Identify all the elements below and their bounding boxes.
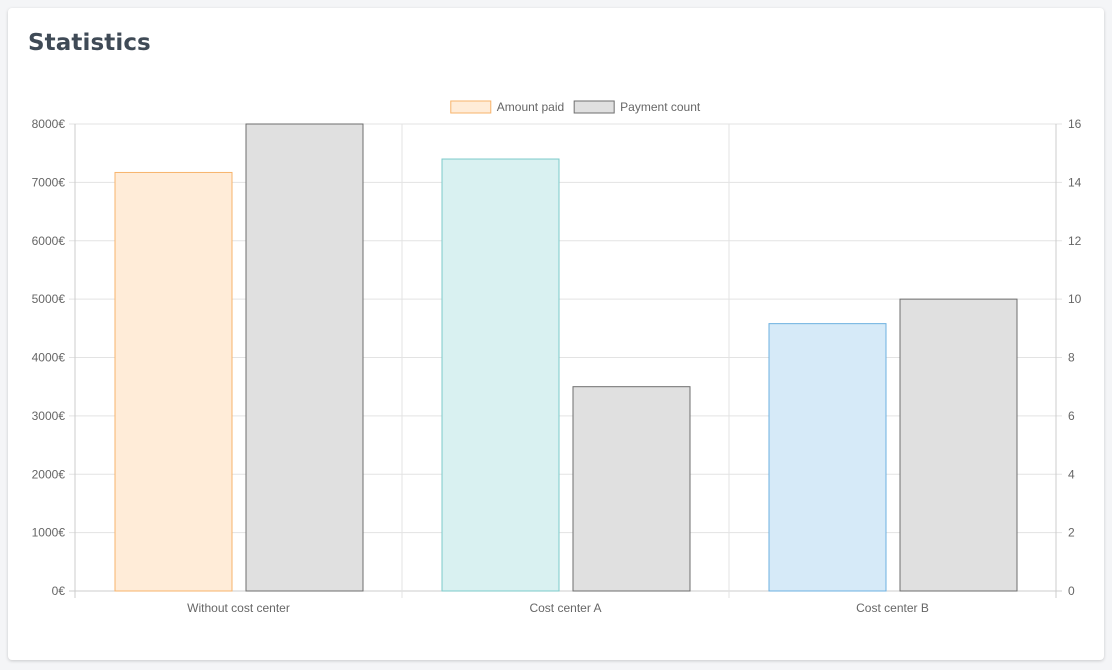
statistics-chart: 0€ 1000€ 2000€ 3000€ 4000€ 5000€ 6000€ 7000€ 800… bbox=[32, 100, 1082, 615]
bar-payment-count[interactable] bbox=[245, 123, 364, 592]
legend-label-amount-paid[interactable]: Amount paid bbox=[497, 100, 564, 114]
y-right-tick-label: 10 bbox=[1068, 292, 1082, 306]
bar-amount-paid[interactable] bbox=[441, 158, 560, 592]
y-left-tick-label: 4000€ bbox=[32, 351, 66, 365]
y-left-tick-label: 8000€ bbox=[32, 117, 66, 131]
y-right-tick-label: 0 bbox=[1068, 584, 1075, 598]
x-category-label: Without cost center bbox=[187, 601, 290, 615]
legend-swatch-payment-count[interactable] bbox=[573, 100, 615, 114]
y-left-tick-label: 6000€ bbox=[32, 234, 66, 248]
y-left-tick-label: 5000€ bbox=[32, 292, 66, 306]
y-right-tick-label: 8 bbox=[1068, 351, 1075, 365]
bar-amount-paid[interactable] bbox=[114, 171, 233, 592]
x-category-label: Cost center A bbox=[529, 601, 601, 615]
y-left-tick-label: 7000€ bbox=[32, 175, 66, 189]
bar-payment-count[interactable] bbox=[899, 298, 1018, 592]
x-category-label: Cost center B bbox=[856, 601, 929, 615]
y-right-tick-label: 4 bbox=[1068, 467, 1075, 481]
y-left-tick-label: 2000€ bbox=[32, 467, 66, 481]
y-right-tick-label: 14 bbox=[1068, 175, 1082, 189]
bar-payment-count[interactable] bbox=[572, 386, 691, 592]
legend-swatch-amount-paid[interactable] bbox=[450, 100, 492, 114]
statistics-card: Statistics 0€ 1000€ 2000€ 3000€ 4000€ 5000€ 60… bbox=[8, 8, 1104, 660]
y-left-tick-label: 0€ bbox=[52, 584, 66, 598]
y-right-tick-label: 16 bbox=[1068, 117, 1082, 131]
y-left-tick-label: 3000€ bbox=[32, 409, 66, 423]
legend-label-payment-count[interactable]: Payment count bbox=[620, 100, 701, 114]
y-right-tick-label: 2 bbox=[1068, 526, 1075, 540]
bar-amount-paid[interactable] bbox=[768, 323, 887, 592]
y-left-tick-label: 1000€ bbox=[32, 526, 66, 540]
y-right-tick-label: 12 bbox=[1068, 234, 1082, 248]
y-right-tick-label: 6 bbox=[1068, 409, 1075, 423]
